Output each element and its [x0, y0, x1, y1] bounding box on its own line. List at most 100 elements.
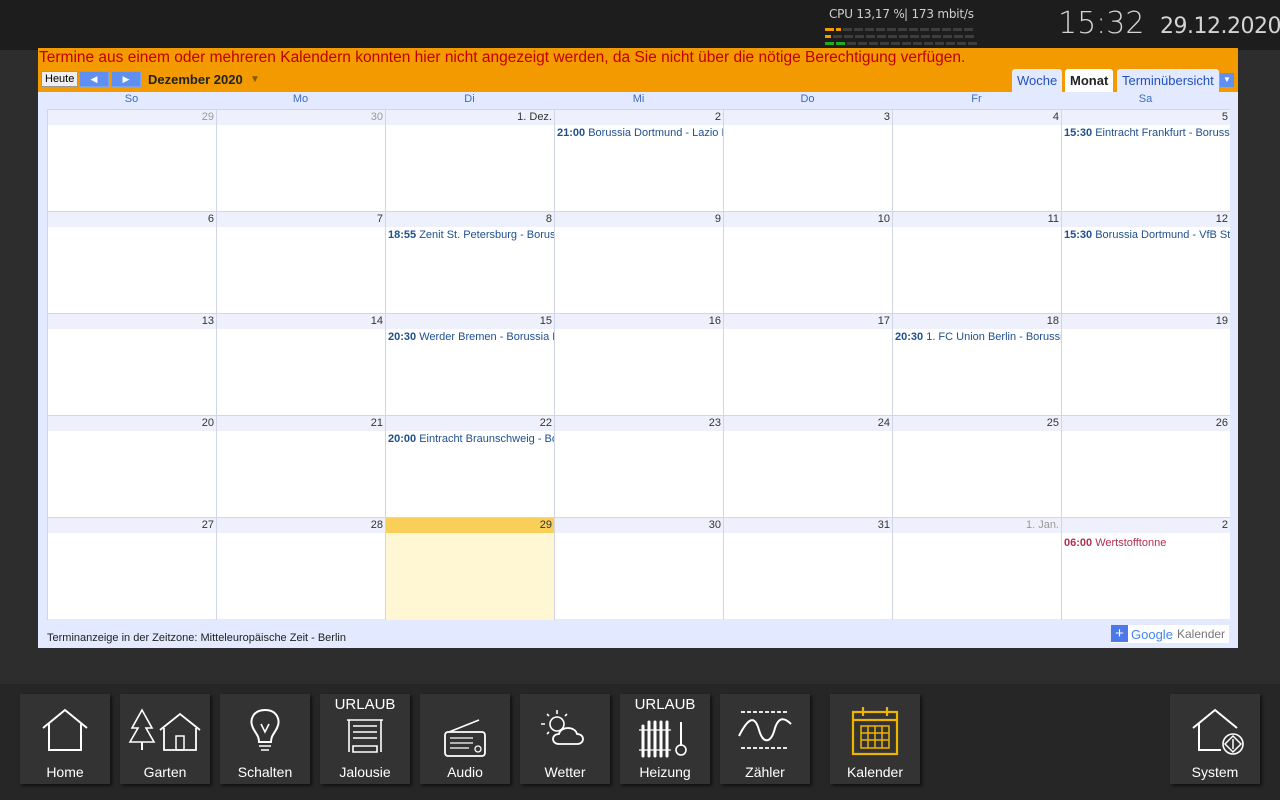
day-cell[interactable]: 30	[554, 518, 723, 620]
dock-tile-heizung[interactable]: URLAUB Heizung	[620, 694, 710, 784]
event-title: Eintracht Braunschweig - Borussia Dortmu…	[419, 433, 554, 445]
calendar-event[interactable]: 20:30 Werder Bremen - Borussia Dortmund	[386, 331, 554, 343]
permission-warning: Termine aus einem oder mehreren Kalender…	[39, 49, 966, 66]
day-cell[interactable]: 4	[892, 110, 1061, 212]
dock-tile-audio[interactable]: Audio	[420, 694, 510, 784]
event-time: 21:00	[557, 127, 586, 139]
day-cell[interactable]: 19	[1061, 314, 1230, 416]
day-cell[interactable]: 9	[554, 212, 723, 314]
day-number: 15	[386, 314, 554, 329]
day-number: 19	[1062, 314, 1230, 329]
day-cell[interactable]: 23	[554, 416, 723, 518]
calendar-event[interactable]: 15:30 Eintracht Frankfurt - Borussia Dor…	[1062, 127, 1230, 139]
cpu-usage: CPU 13,17 %	[829, 7, 905, 21]
day-number: 1. Jan.	[893, 518, 1061, 533]
day-cell[interactable]: 22 20:00 Eintracht Braunschweig - Borussi…	[385, 416, 554, 518]
day-cell[interactable]: 5 15:30 Eintracht Frankfurt - Borussia Do…	[1061, 110, 1230, 212]
day-number: 27	[48, 518, 216, 533]
day-cell[interactable]: 26	[1061, 416, 1230, 518]
day-cell[interactable]: 7	[216, 212, 385, 314]
day-cell[interactable]: 14	[216, 314, 385, 416]
day-number: 14	[217, 314, 385, 329]
calendar-event[interactable]: 18:55 Zenit St. Petersburg - Borussia Do…	[386, 229, 554, 241]
chevron-down-icon[interactable]: ▼	[250, 74, 260, 85]
day-cell[interactable]: 29	[385, 518, 554, 620]
event-title: Borussia Dortmund - VfB Stuttgart	[1095, 229, 1230, 241]
day-cell[interactable]: 12 15:30 Borussia Dortmund - VfB Stuttgar…	[1061, 212, 1230, 314]
weekday-label: Di	[464, 93, 475, 105]
dock-label: Jalousie	[339, 764, 391, 780]
tab-month[interactable]: Monat	[1065, 69, 1114, 92]
dock-tile-zaehler[interactable]: Zähler	[720, 694, 810, 784]
day-number: 11	[893, 212, 1061, 227]
day-number: 4	[893, 110, 1061, 125]
event-time: 20:30	[388, 331, 417, 343]
event-title: Eintracht Frankfurt - Borussia Dortmund	[1095, 127, 1230, 139]
weekday-label: Mo	[292, 93, 309, 105]
day-cell[interactable]: 29	[47, 110, 216, 212]
day-cell[interactable]: 24	[723, 416, 892, 518]
day-number: 17	[724, 314, 892, 329]
prev-month-button[interactable]: ◀	[79, 71, 109, 87]
dock-tile-schalten[interactable]: Schalten	[220, 694, 310, 784]
day-cell[interactable]: 13	[47, 314, 216, 416]
day-cell[interactable]: 28	[216, 518, 385, 620]
day-number: 3	[724, 110, 892, 125]
day-cell[interactable]: 6	[47, 212, 216, 314]
day-number: 29	[386, 518, 554, 533]
status-bar: CPU 13,17 % | 173 mbit/s 15:32 29.12.202…	[0, 0, 1280, 50]
dock-tile-system[interactable]: System	[1170, 694, 1260, 784]
event-time: 20:30	[895, 331, 924, 343]
day-number: 29	[48, 110, 216, 125]
month-label: Dezember 2020	[148, 72, 243, 87]
calendar-event[interactable]: 21:00 Borussia Dortmund - Lazio Rom	[555, 127, 723, 139]
calendar-event[interactable]: 20:30 1. FC Union Berlin - Borussia Dort…	[893, 331, 1061, 343]
load-meters	[825, 28, 987, 46]
tab-week[interactable]: Woche	[1012, 69, 1063, 92]
event-title: Werder Bremen - Borussia Dortmund	[419, 331, 554, 343]
day-number: 2	[555, 110, 723, 125]
weekday-header: So Mo Di Mi Do Fr Sa	[47, 93, 1230, 109]
calendar-event[interactable]: 20:00 Eintracht Braunschweig - Borussia …	[386, 433, 554, 445]
day-cell[interactable]: 30	[216, 110, 385, 212]
day-cell[interactable]: 31	[723, 518, 892, 620]
dock-tile-home[interactable]: Home	[20, 694, 110, 784]
day-cell[interactable]: 10	[723, 212, 892, 314]
dock-tile-kalender[interactable]: Kalender	[830, 694, 920, 784]
day-cell[interactable]: 3	[723, 110, 892, 212]
day-cell[interactable]: 20	[47, 416, 216, 518]
google-calendar-badge[interactable]: + Google Kalender	[1111, 625, 1229, 643]
next-month-button[interactable]: ▶	[111, 71, 141, 87]
calendar-event[interactable]: 06:00 Wertstofftonne	[1062, 537, 1230, 549]
day-cell[interactable]: 2 06:00 Wertstofftonne	[1061, 518, 1230, 620]
day-cell[interactable]: 1. Jan.	[892, 518, 1061, 620]
day-cell[interactable]: 15 20:30 Werder Bremen - Borussia Dortmun…	[385, 314, 554, 416]
day-cell[interactable]: 11	[892, 212, 1061, 314]
day-cell[interactable]: 21	[216, 416, 385, 518]
weekday-label: Mi	[632, 93, 645, 105]
day-cell[interactable]: 8 18:55 Zenit St. Petersburg - Borussia D…	[385, 212, 554, 314]
dock-tile-jalousie[interactable]: URLAUB Jalousie	[320, 694, 410, 784]
calendar-event[interactable]: 15:30 Borussia Dortmund - VfB Stuttgart	[1062, 229, 1230, 241]
day-number: 30	[217, 110, 385, 125]
day-number: 18	[893, 314, 1061, 329]
day-cell[interactable]: 16	[554, 314, 723, 416]
day-number: 23	[555, 416, 723, 431]
tab-dropdown-icon[interactable]: ▼	[1220, 73, 1234, 87]
tab-agenda[interactable]: Terminübersicht	[1117, 69, 1219, 92]
day-cell[interactable]: 27	[47, 518, 216, 620]
day-cell[interactable]: 1. Dez.	[385, 110, 554, 212]
day-cell[interactable]: 18 20:30 1. FC Union Berlin - Borussia Do…	[892, 314, 1061, 416]
day-cell[interactable]: 25	[892, 416, 1061, 518]
today-button[interactable]: Heute	[41, 71, 79, 87]
day-number: 21	[217, 416, 385, 431]
dock-tile-wetter[interactable]: Wetter	[520, 694, 610, 784]
day-cell[interactable]: 2 21:00 Borussia Dortmund - Lazio Rom	[554, 110, 723, 212]
dock-tile-garten[interactable]: Garten	[120, 694, 210, 784]
day-number: 1. Dez.	[386, 110, 554, 125]
weekday-label: Fr	[971, 93, 982, 105]
plus-icon: +	[1111, 625, 1128, 642]
event-title: Wertstofftonne	[1095, 537, 1167, 549]
day-number: 26	[1062, 416, 1230, 431]
day-cell[interactable]: 17	[723, 314, 892, 416]
